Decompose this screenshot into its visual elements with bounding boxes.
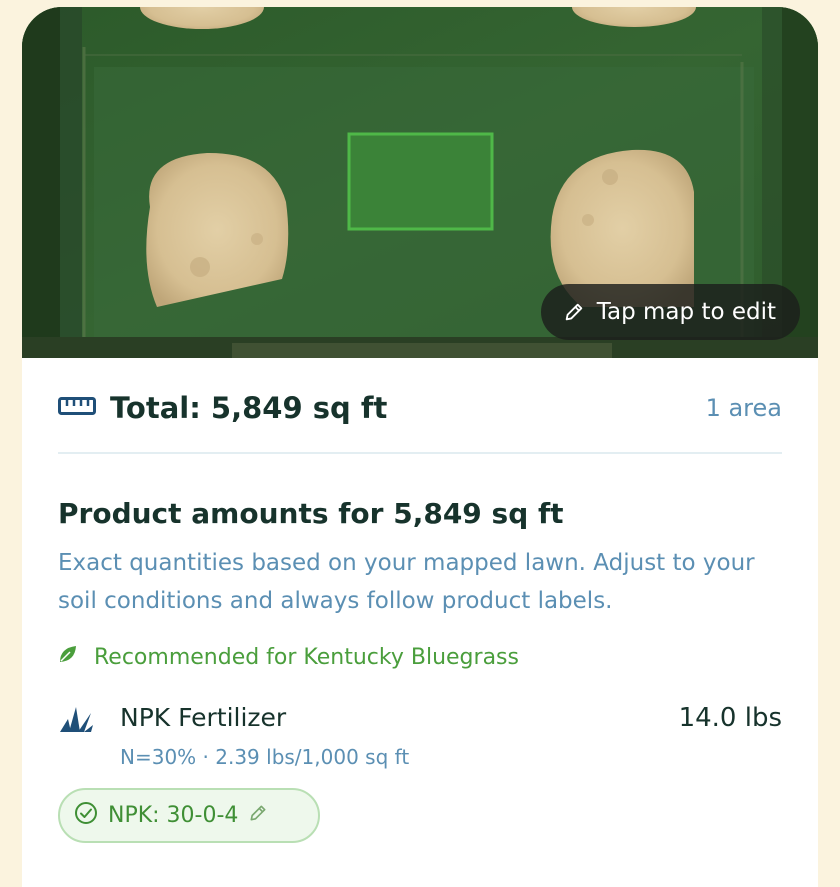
- npk-ratio-label: NPK: 30-0-4: [108, 803, 239, 828]
- total-area-label: Total: 5,849 sq ft: [110, 391, 388, 425]
- product-row: NPK Fertilizer N=30% · 2.39 lbs/1,000 sq…: [58, 703, 782, 783]
- npk-ratio-chip[interactable]: NPK: 30-0-4: [58, 788, 320, 843]
- tap-map-to-edit-label: Tap map to edit: [596, 299, 776, 325]
- recommendation-label: Recommended for Kentucky Bluegrass: [94, 644, 519, 670]
- area-count: 1 area: [705, 394, 782, 422]
- product-name: NPK Fertilizer: [120, 703, 287, 732]
- product-amounts-description: Exact quantities based on your mapped la…: [58, 550, 755, 614]
- grass-recommendation: Recommended for Kentucky Bluegrass: [58, 644, 519, 670]
- divider: [58, 452, 782, 454]
- product-amounts-heading: Product amounts for 5,849 sq ft: [58, 497, 564, 530]
- satellite-map[interactable]: Tap map to edit: [22, 7, 818, 358]
- product-rate-detail: N=30% · 2.39 lbs/1,000 sq ft: [120, 745, 410, 769]
- pencil-icon: [248, 803, 268, 829]
- total-area-row: Total: 5,849 sq ft 1 area: [58, 391, 782, 425]
- ruler-icon: [58, 395, 96, 421]
- grass-icon: [58, 705, 94, 737]
- pencil-icon: [563, 301, 585, 323]
- check-circle-icon: [74, 801, 98, 831]
- lawn-card: Tap map to edit Total: 5,849 sq ft 1 are…: [22, 7, 818, 887]
- product-amount: 14.0 lbs: [678, 703, 782, 733]
- leaf-icon: [58, 644, 78, 670]
- tap-map-to-edit-button[interactable]: Tap map to edit: [540, 284, 800, 340]
